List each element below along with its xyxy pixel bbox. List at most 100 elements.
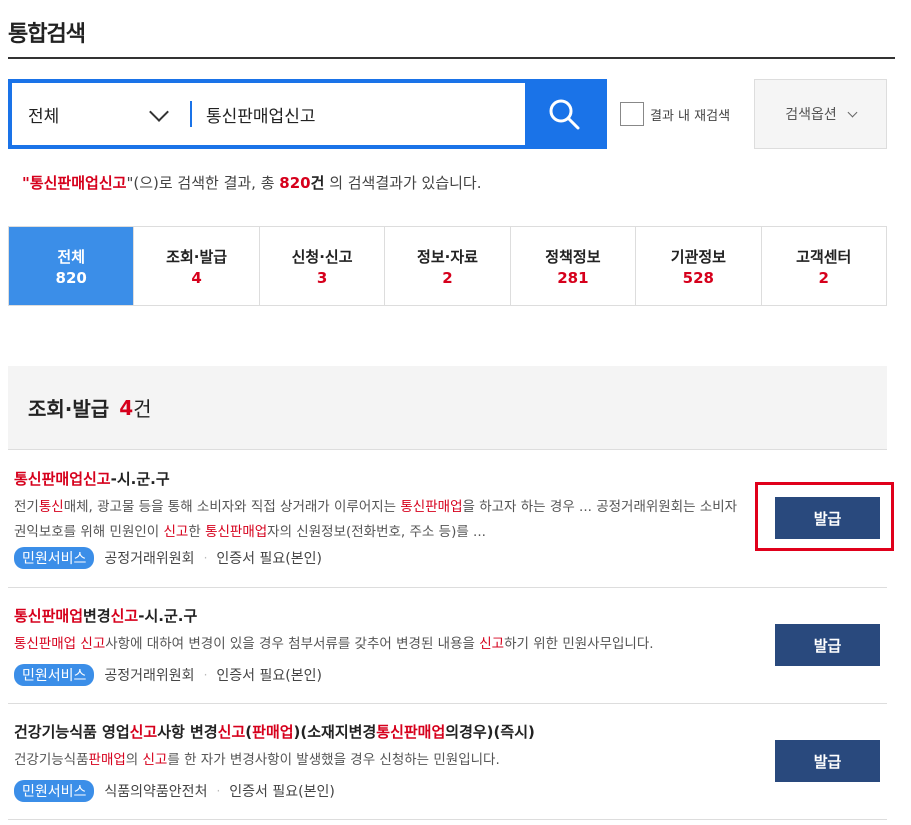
tab-label: 조회·발급 bbox=[166, 247, 228, 266]
title-part: 신고 bbox=[129, 723, 158, 741]
desc-part: 신고 bbox=[142, 752, 168, 768]
re-search-toggle[interactable]: 결과 내 재검색 bbox=[620, 102, 730, 126]
tab-agency-info[interactable]: 기관정보 528 bbox=[636, 227, 762, 305]
service-tag: 민원서비스 bbox=[14, 547, 95, 569]
tab-lookup-issue[interactable]: 조회·발급 4 bbox=[134, 227, 260, 305]
tab-info-data[interactable]: 정보·자료 2 bbox=[385, 227, 511, 305]
result-description: 통신판매업 신고사항에 대하여 변경이 있을 경우 첨부서류를 갖추어 변경된 … bbox=[14, 632, 744, 657]
title-part: 신고 bbox=[217, 723, 246, 741]
tab-label: 기관정보 bbox=[670, 247, 726, 266]
result-org: 공정거래위원회 bbox=[104, 668, 195, 684]
result-description: 건강기능식품판매업의 신고를 한 자가 변경사항이 발생했을 경우 신청하는 민… bbox=[14, 748, 744, 773]
result-cert: 인증서 필요(본인) bbox=[229, 784, 335, 800]
result-cert: 인증서 필요(본인) bbox=[216, 551, 322, 567]
result-title[interactable]: 통신판매업변경신고-시.군.구 bbox=[14, 605, 197, 626]
result-summary: "통신판매업신고"(으)로 검색한 결과, 총 820건 의 검색결과가 있습니… bbox=[22, 172, 482, 193]
tab-count: 3 bbox=[316, 268, 328, 287]
desc-part: 신고 bbox=[479, 636, 505, 652]
summary-total: 820 bbox=[279, 174, 311, 192]
desc-part: 를 한 자가 변경사항이 발생했을 경우 신청하는 민원입니다. bbox=[167, 752, 500, 768]
meta-separator: · bbox=[203, 668, 208, 682]
search-icon bbox=[549, 99, 580, 130]
desc-part: 통신판매업 bbox=[400, 499, 463, 515]
title-part: )(소재지변경 bbox=[293, 723, 377, 741]
result-title[interactable]: 건강기능식품 영업신고사항 변경신고(판매업)(소재지변경통신판매업의경우)(즉… bbox=[14, 721, 535, 742]
desc-part: 통신판매업 bbox=[205, 524, 268, 540]
annotation-highlight-box bbox=[755, 482, 894, 551]
title-part: 의경우)(즉시) bbox=[445, 723, 535, 741]
desc-part: 신고 bbox=[80, 636, 106, 652]
title-part: 통신판매업 bbox=[14, 607, 84, 625]
desc-part: 판매업 bbox=[88, 752, 126, 768]
tab-label: 정보·자료 bbox=[417, 247, 478, 266]
tab-label: 전체 bbox=[57, 247, 86, 266]
result-title[interactable]: 통신판매업신고-시.군.구 bbox=[14, 468, 170, 489]
tab-label: 신청·신고 bbox=[291, 247, 353, 266]
summary-mid: "(으)로 검색한 결과, 총 bbox=[126, 174, 280, 192]
tab-count: 528 bbox=[682, 268, 714, 287]
tab-count: 2 bbox=[818, 268, 829, 287]
re-search-label: 결과 내 재검색 bbox=[650, 108, 731, 124]
summary-end: 의 검색결과가 있습니다. bbox=[324, 174, 482, 192]
chevron-down-icon bbox=[149, 102, 169, 122]
result-item: 통신판매업변경신고-시.군.구 통신판매업 신고사항에 대하여 변경이 있을 경… bbox=[8, 588, 887, 704]
title-part: 통신판매업 bbox=[376, 723, 446, 741]
result-meta: 민원서비스 식품의약품안전처 · 인증서 필요(본인) bbox=[14, 780, 335, 802]
tab-count: 820 bbox=[55, 268, 87, 287]
title-part: 신고 bbox=[110, 607, 139, 625]
issue-button[interactable]: 발급 bbox=[775, 740, 880, 782]
tab-count: 4 bbox=[191, 268, 202, 287]
tab-apply-report[interactable]: 신청·신고 3 bbox=[259, 227, 386, 305]
desc-part: 신고 bbox=[163, 524, 189, 540]
meta-separator: · bbox=[216, 784, 221, 798]
result-org: 식품의약품안전처 bbox=[104, 784, 208, 800]
result-meta: 민원서비스 공정거래위원회 · 인증서 필요(본인) bbox=[14, 547, 322, 569]
desc-part: 건강기능식품 bbox=[14, 752, 89, 768]
search-scope-value: 전체 bbox=[28, 106, 60, 127]
title-part: 판매업 bbox=[252, 723, 294, 741]
title-part: 변경 bbox=[83, 607, 111, 625]
page-title: 통합검색 bbox=[8, 22, 86, 47]
tab-count: 281 bbox=[557, 268, 589, 287]
section-header: 조회·발급 4 건 bbox=[8, 366, 887, 450]
section-unit: 건 bbox=[133, 397, 152, 421]
summary-unit: 건 bbox=[310, 174, 325, 192]
search-button[interactable] bbox=[525, 83, 603, 145]
result-item: 건강기능식품 영업신고사항 변경신고(판매업)(소재지변경통신판매업의경우)(즉… bbox=[8, 704, 887, 820]
summary-open-quote: " bbox=[22, 174, 30, 192]
desc-part: 사항에 대하여 변경이 있을 경우 첨부서류를 갖추어 변경된 내용을 bbox=[105, 636, 480, 652]
tab-label: 정책정보 bbox=[545, 247, 601, 266]
result-cert: 인증서 필요(본인) bbox=[216, 668, 322, 684]
desc-part: 통신 bbox=[38, 499, 64, 515]
desc-part: 통신판매업 bbox=[14, 636, 77, 652]
desc-part: 하기 위한 민원사무입니다. bbox=[504, 636, 654, 652]
search-options-label: 검색옵션 bbox=[785, 107, 837, 123]
result-description: 전기통신매체, 광고물 등을 통해 소비자와 직접 상거래가 이루어지는 통신판… bbox=[14, 495, 744, 545]
desc-part: 매체, 광고물 등을 통해 소비자와 직접 상거래가 이루어지는 bbox=[63, 499, 401, 515]
chevron-down-icon bbox=[847, 107, 858, 117]
service-tag: 민원서비스 bbox=[14, 664, 95, 686]
desc-part: 의 bbox=[125, 752, 143, 768]
title-part: 건강기능식품 영업 bbox=[14, 723, 130, 741]
tab-label: 고객센터 bbox=[796, 247, 852, 266]
search-input[interactable] bbox=[192, 83, 525, 145]
search-scope-select[interactable]: 전체 bbox=[12, 83, 190, 145]
tab-all[interactable]: 전체 820 bbox=[9, 227, 135, 305]
section-title: 조회·발급 bbox=[28, 397, 110, 421]
title-part: -시.군.구 bbox=[110, 470, 170, 488]
title-part: 통신판매업신고 bbox=[14, 470, 111, 488]
desc-part: 전기 bbox=[14, 499, 39, 515]
re-search-checkbox[interactable] bbox=[620, 102, 644, 126]
search-options-button[interactable]: 검색옵션 bbox=[754, 79, 887, 149]
desc-part: 자의 신원정보(전화번호, 주소 등)를 ... bbox=[267, 524, 486, 540]
summary-keyword: 통신판매업신고 bbox=[29, 174, 127, 192]
tab-policy-info[interactable]: 정책정보 281 bbox=[510, 227, 637, 305]
search-box: 전체 bbox=[8, 79, 607, 149]
desc-part: 한 bbox=[188, 524, 206, 540]
title-divider bbox=[8, 57, 895, 59]
title-part: -시.군.구 bbox=[138, 607, 198, 625]
issue-button[interactable]: 발급 bbox=[775, 624, 880, 666]
tab-customer-center[interactable]: 고객센터 2 bbox=[761, 227, 886, 305]
category-tabs: 전체 820 조회·발급 4 신청·신고 3 정보·자료 2 정책정보 281 … bbox=[8, 226, 887, 306]
result-org: 공정거래위원회 bbox=[104, 551, 195, 567]
